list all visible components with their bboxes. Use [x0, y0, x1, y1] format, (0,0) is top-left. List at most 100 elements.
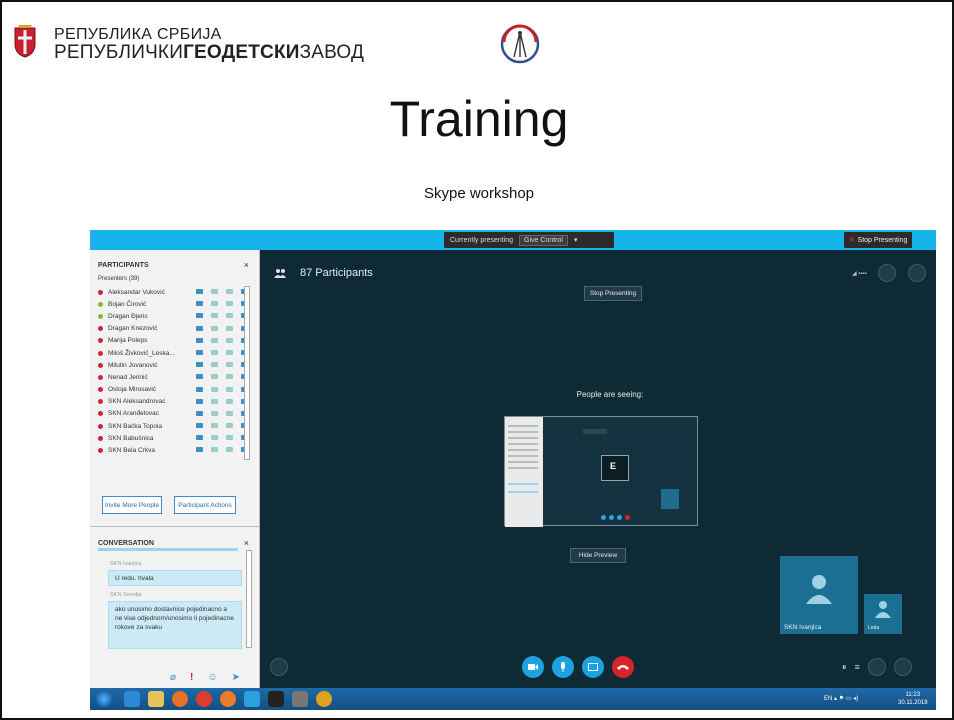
participant-row[interactable]: Dragan Đjeric	[98, 310, 250, 322]
taskbar-clock[interactable]: 11:23 30.11.2018	[898, 691, 928, 707]
presentation-preview: E	[504, 416, 698, 527]
conversation-title: CONVERSATION	[98, 540, 154, 547]
participant-row[interactable]: Ostoja Mirosavić	[98, 384, 250, 396]
participant-media-icons	[196, 325, 250, 332]
participant-name: Ostoja Mirosavić	[108, 386, 157, 394]
presence-status-icon	[98, 326, 103, 332]
presence-status-icon	[98, 411, 103, 417]
hang-up-icon[interactable]	[612, 656, 634, 678]
participants-icon	[274, 269, 286, 278]
presenting-toolbar: Currently presenting Give Control ▾	[444, 232, 614, 248]
participant-row[interactable]: Milutin Jovanović	[98, 359, 250, 371]
close-icon[interactable]: ×	[244, 260, 249, 270]
terminal-icon[interactable]	[268, 691, 284, 707]
video-icon[interactable]	[522, 656, 544, 678]
close-icon[interactable]: ×	[244, 538, 249, 548]
presence-status-icon	[98, 350, 103, 356]
present-icon[interactable]	[582, 656, 604, 678]
participant-row[interactable]: Aleksandar Vuković	[98, 286, 250, 298]
send-icon[interactable]: ➤	[232, 672, 240, 683]
layout-icon[interactable]: ≡	[855, 662, 860, 672]
pause-icon[interactable]: ⏸	[842, 662, 847, 673]
participant-name: SKN Aranđelovac	[108, 410, 159, 418]
participant-name: Dragan Đjeric	[108, 312, 148, 320]
presence-status-icon	[98, 448, 103, 454]
preview-stop-button	[583, 429, 607, 434]
participant-row[interactable]: Dragan Knezović	[98, 323, 250, 335]
dialpad-icon[interactable]	[867, 658, 886, 676]
presence-status-icon	[98, 362, 103, 368]
participant-name: SKN Babušnica	[108, 434, 154, 442]
video-tile-small[interactable]: Leda	[864, 594, 902, 634]
tile-label: SKN Ivanjica	[784, 624, 822, 631]
presence-status-icon	[98, 435, 103, 441]
participant-name: Nenad Jerinić	[108, 373, 148, 381]
invite-more-people-button[interactable]: Invite More People	[102, 496, 162, 514]
emoji-icon[interactable]: ☺	[207, 672, 217, 683]
attach-icon[interactable]: ⌀	[170, 672, 176, 683]
preview-tile	[661, 489, 679, 509]
participant-name: SKN Bela Crkva	[108, 447, 155, 455]
participant-name: Miloš Živković_Leska...	[108, 349, 175, 357]
participant-row[interactable]: SKN Aleksandrovac	[98, 396, 250, 408]
participant-row[interactable]: SKN Bela Crkva	[98, 444, 250, 456]
language-indicator[interactable]: EN	[824, 696, 832, 702]
participant-name: Marija Poleps	[108, 337, 148, 345]
participant-row[interactable]: Nenad Jerinić	[98, 371, 250, 383]
slide: РЕПУБЛИКА СРБИЈА РЕПУБЛИЧКИГЕОДЕТСКИЗАВО…	[0, 0, 954, 720]
participant-media-icons	[196, 423, 250, 429]
settings-gear-icon[interactable]	[878, 264, 896, 282]
participant-row[interactable]: Marija Poleps	[98, 335, 250, 347]
participants-count[interactable]: 87 Participants	[300, 267, 373, 279]
chrome-icon[interactable]	[196, 691, 212, 707]
people-seeing-label: People are seeing:	[576, 390, 644, 399]
serbian-crest-icon	[14, 25, 36, 58]
participant-media-icons	[196, 410, 250, 417]
skype-icon[interactable]	[244, 691, 260, 707]
chevron-down-icon[interactable]: ▾	[574, 236, 578, 244]
presenting-status: Currently presenting	[450, 236, 514, 244]
microphone-icon[interactable]	[552, 656, 574, 678]
participant-media-icons	[196, 374, 250, 380]
slide-subtitle: Skype workshop	[423, 185, 535, 202]
divider	[90, 526, 260, 527]
priority-icon[interactable]: !	[190, 672, 193, 683]
tile-label: Leda	[868, 625, 880, 631]
system-tray: EN ▴ ⚑ ▭ ◂)	[824, 696, 859, 702]
participant-media-icons	[196, 386, 250, 393]
participant-row[interactable]: SKN Aranđelovac	[98, 408, 250, 420]
conversation-scrollbar[interactable]	[246, 550, 252, 648]
participant-row[interactable]: SKN Babušnica	[98, 432, 250, 444]
participant-list: Aleksandar Vuković Bojan Čirović Dragan Đj…	[98, 286, 250, 457]
app-icon[interactable]	[292, 691, 308, 707]
add-people-icon[interactable]	[908, 264, 926, 282]
chat-icon[interactable]	[270, 658, 288, 676]
app-icon[interactable]	[316, 691, 332, 707]
participant-row[interactable]: Bojan Čirović	[98, 298, 250, 310]
file-explorer-icon[interactable]	[148, 691, 164, 707]
participant-row[interactable]: SKN Bačka Topola	[98, 420, 250, 432]
firefox-icon[interactable]	[220, 691, 236, 707]
participant-actions-button[interactable]: Participant Actions	[174, 496, 236, 514]
avatar-icon	[875, 601, 891, 618]
participant-name: Dragan Knezović	[108, 325, 158, 333]
internet-explorer-icon[interactable]	[124, 691, 140, 707]
media-player-icon[interactable]	[172, 691, 188, 707]
hide-preview-button[interactable]: Hide Preview	[570, 548, 626, 563]
presence-status-icon	[98, 313, 103, 319]
stop-presenting-top-button[interactable]: ✕ Stop Presenting	[844, 232, 912, 248]
presence-status-icon	[98, 338, 103, 344]
participant-row[interactable]: Miloš Živković_Leska...	[98, 347, 250, 359]
more-options-icon[interactable]	[893, 658, 912, 676]
give-control-button[interactable]: Give Control	[519, 234, 568, 246]
stage-status: ◢ ▪▪▪▪	[852, 271, 867, 277]
start-button-icon[interactable]	[96, 691, 112, 707]
presence-status-icon	[98, 374, 103, 380]
presence-status-icon	[98, 289, 103, 295]
preview-side-panel	[505, 417, 543, 527]
participants-title: PARTICIPANTS	[98, 262, 149, 269]
participants-panel: PARTICIPANTS × Presenters (39) Aleksanda…	[90, 250, 260, 688]
video-tile-large[interactable]: SKN Ivanjica	[780, 556, 858, 634]
stop-presenting-button[interactable]: Stop Presenting	[584, 286, 642, 301]
participant-scrollbar[interactable]	[244, 286, 250, 460]
